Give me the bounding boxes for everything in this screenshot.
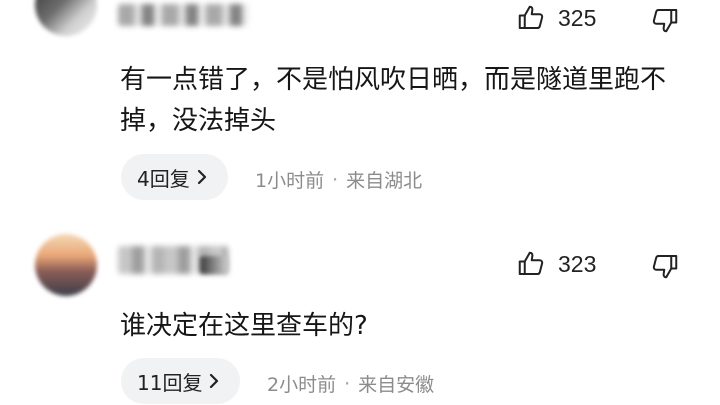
username-blurred[interactable] bbox=[118, 4, 248, 26]
avatar[interactable] bbox=[35, 234, 97, 296]
comment-text: 有一点错了，不是怕风吹日晒，而是隧道里跑不掉，没法掉头 bbox=[120, 65, 667, 136]
reply-count-label: 11回复 bbox=[137, 370, 203, 395]
comment-meta: 1小时前 · 来自湖北 bbox=[255, 166, 422, 193]
username-blurred-tail bbox=[200, 256, 228, 274]
reply-button[interactable]: 4回复 bbox=[121, 154, 228, 200]
comment-item: 323 谁决定在这里查车的? 11回复 2小时前 · 来自安徽 bbox=[0, 228, 720, 405]
comment-text: 谁决定在这里查车的? bbox=[120, 311, 368, 341]
location: 来自安徽 bbox=[358, 374, 435, 396]
like-count: 323 bbox=[558, 250, 597, 277]
reply-button[interactable]: 11回复 bbox=[121, 358, 241, 404]
like-count: 325 bbox=[558, 4, 597, 31]
thumbs-up-icon[interactable] bbox=[516, 3, 546, 33]
thumbs-down-icon[interactable] bbox=[650, 5, 680, 35]
thumbs-down-icon[interactable] bbox=[650, 251, 680, 281]
reply-count-label: 4回复 bbox=[137, 166, 190, 191]
timestamp: 1小时前 bbox=[255, 170, 325, 192]
chevron-right-icon bbox=[196, 169, 208, 185]
comment-item: 325 有一点错了，不是怕风吹日晒，而是隧道里跑不掉，没法掉头 4回复 1小时前… bbox=[0, 0, 720, 205]
location: 来自湖北 bbox=[346, 170, 423, 192]
comment-meta: 2小时前 · 来自安徽 bbox=[267, 370, 434, 397]
separator-dot: · bbox=[332, 168, 339, 191]
thumbs-up-icon[interactable] bbox=[516, 249, 546, 279]
timestamp: 2小时前 bbox=[267, 374, 337, 396]
separator-dot: · bbox=[344, 372, 351, 395]
chevron-right-icon bbox=[208, 373, 220, 389]
like-button[interactable]: 325 bbox=[516, 3, 596, 33]
avatar[interactable] bbox=[35, 0, 97, 36]
like-button[interactable]: 323 bbox=[516, 249, 596, 279]
